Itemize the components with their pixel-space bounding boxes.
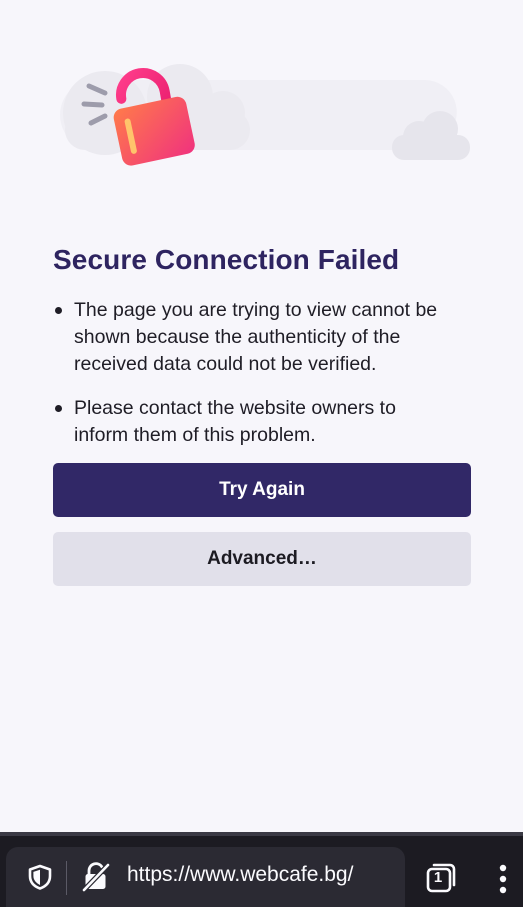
error-details-list: The page you are trying to view cannot b… — [53, 297, 453, 449]
url-bar-divider — [66, 861, 67, 895]
error-page: Secure Connection Failed The page you ar… — [0, 0, 523, 836]
url-bar[interactable]: https://www.webcafe.bg/ — [6, 847, 405, 907]
bullet-dot — [55, 307, 62, 314]
url-text[interactable]: https://www.webcafe.bg/ — [127, 863, 353, 887]
kebab-menu-icon[interactable] — [490, 862, 516, 896]
bullet-dot — [55, 405, 62, 412]
broken-lock-illustration — [60, 64, 470, 166]
advanced-button[interactable]: Advanced… — [53, 532, 471, 586]
try-again-button[interactable]: Try Again — [53, 463, 471, 517]
bottom-toolbar: https://www.webcafe.bg/ 1 — [0, 836, 523, 907]
list-item: Please contact the website owners to inf… — [53, 395, 453, 449]
page-title: Secure Connection Failed — [53, 244, 400, 275]
tab-count: 1 — [433, 869, 443, 886]
shield-icon[interactable] — [26, 863, 54, 891]
list-item: The page you are trying to view cannot b… — [53, 297, 453, 378]
error-detail-text: Please contact the website owners to inf… — [74, 397, 396, 446]
insecure-lock-icon[interactable] — [81, 861, 111, 893]
error-detail-text: The page you are trying to view cannot b… — [74, 299, 438, 375]
